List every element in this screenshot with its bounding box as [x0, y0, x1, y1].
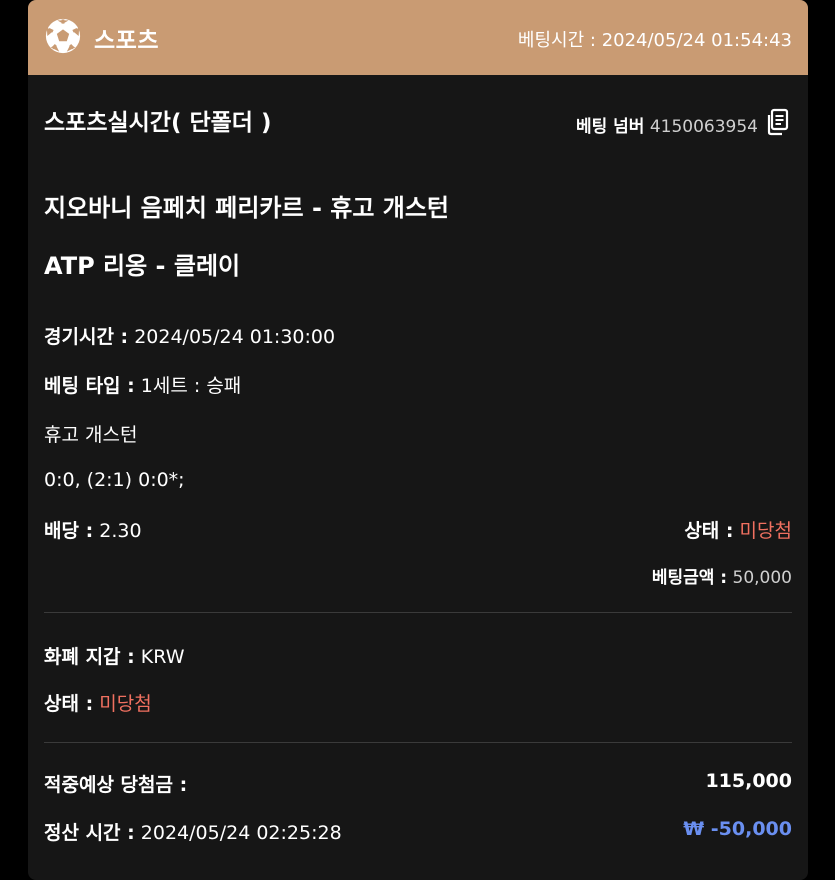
bet-type-value: 1세트 : 승패 [140, 375, 242, 397]
section-divider [44, 612, 792, 613]
bet-time-value: 2024/05/24 01:54:43 [601, 30, 792, 51]
bet-status: 상태 : 미당첨 [684, 516, 792, 543]
league-name: ATP 리옹 - 클레이 [44, 252, 241, 280]
bet-type-title: 스포츠실시간( 단폴더 ) [44, 110, 272, 136]
settlement-time-value: 2024/05/24 02:25:28 [140, 822, 342, 844]
settlement-time: 정산 시간 : 2024/05/24 02:25:28 [44, 818, 342, 845]
bet-status-label: 상태 : [684, 520, 734, 542]
bet-number-label: 베팅 넘버 [575, 117, 645, 137]
bet-number: 베팅 넘버 4150063954 [576, 112, 758, 137]
bet-pick: 휴고 개스턴 [44, 424, 138, 446]
game-time: 경기시간 : 2024/05/24 01:30:00 [44, 322, 335, 349]
live-score: 0:0, (2:1) 0:0*; [44, 469, 185, 491]
bet-type-label: 베팅 타입 : [44, 375, 135, 397]
bet-number-value: 4150063954 [649, 117, 758, 137]
copy-document-icon[interactable] [765, 108, 791, 136]
wallet-currency: 화폐 지갑 : KRW [44, 642, 184, 669]
wallet-status-value: 미당첨 [99, 693, 152, 715]
game-time-value: 2024/05/24 01:30:00 [134, 326, 336, 348]
bet-type: 베팅 타입 : 1세트 : 승패 [44, 371, 241, 398]
odds: 배당 : 2.30 [44, 516, 142, 543]
game-time-label: 경기시간 : [44, 326, 129, 348]
bet-time: 베팅시간 : 2024/05/24 01:54:43 [518, 26, 792, 52]
wallet-currency-label: 화폐 지갑 : [44, 646, 135, 668]
match-name: 지오바니 음페치 페리카르 - 휴고 개스턴 [44, 194, 450, 222]
settlement-time-label: 정산 시간 : [44, 822, 135, 844]
bet-status-value: 미당첨 [739, 520, 792, 542]
expected-winnings-value: 115,000 [705, 770, 792, 792]
odds-label: 배당 : [44, 520, 94, 542]
bet-amount: 베팅금액 : 50,000 [652, 563, 792, 588]
sport-category-title: 스포츠 [94, 28, 159, 54]
bet-time-label: 베팅시간 : [517, 30, 596, 51]
wallet-currency-value: KRW [140, 646, 185, 668]
wallet-status-label: 상태 : [44, 693, 94, 715]
wallet-status: 상태 : 미당첨 [44, 689, 152, 716]
bet-amount-label: 베팅금액 : [651, 568, 728, 588]
expected-winnings-label: 적중예상 당첨금 : [44, 774, 188, 796]
soccer-ball-icon [45, 18, 81, 54]
settlement-result: ₩ -50,000 [683, 818, 792, 840]
section-divider [44, 742, 792, 743]
bet-amount-value: 50,000 [732, 568, 792, 588]
odds-value: 2.30 [99, 520, 142, 542]
bet-slip-card: 스포츠 베팅시간 : 2024/05/24 01:54:43 스포츠실시간( 단… [28, 0, 808, 880]
bet-slip-header: 스포츠 베팅시간 : 2024/05/24 01:54:43 [28, 0, 808, 75]
